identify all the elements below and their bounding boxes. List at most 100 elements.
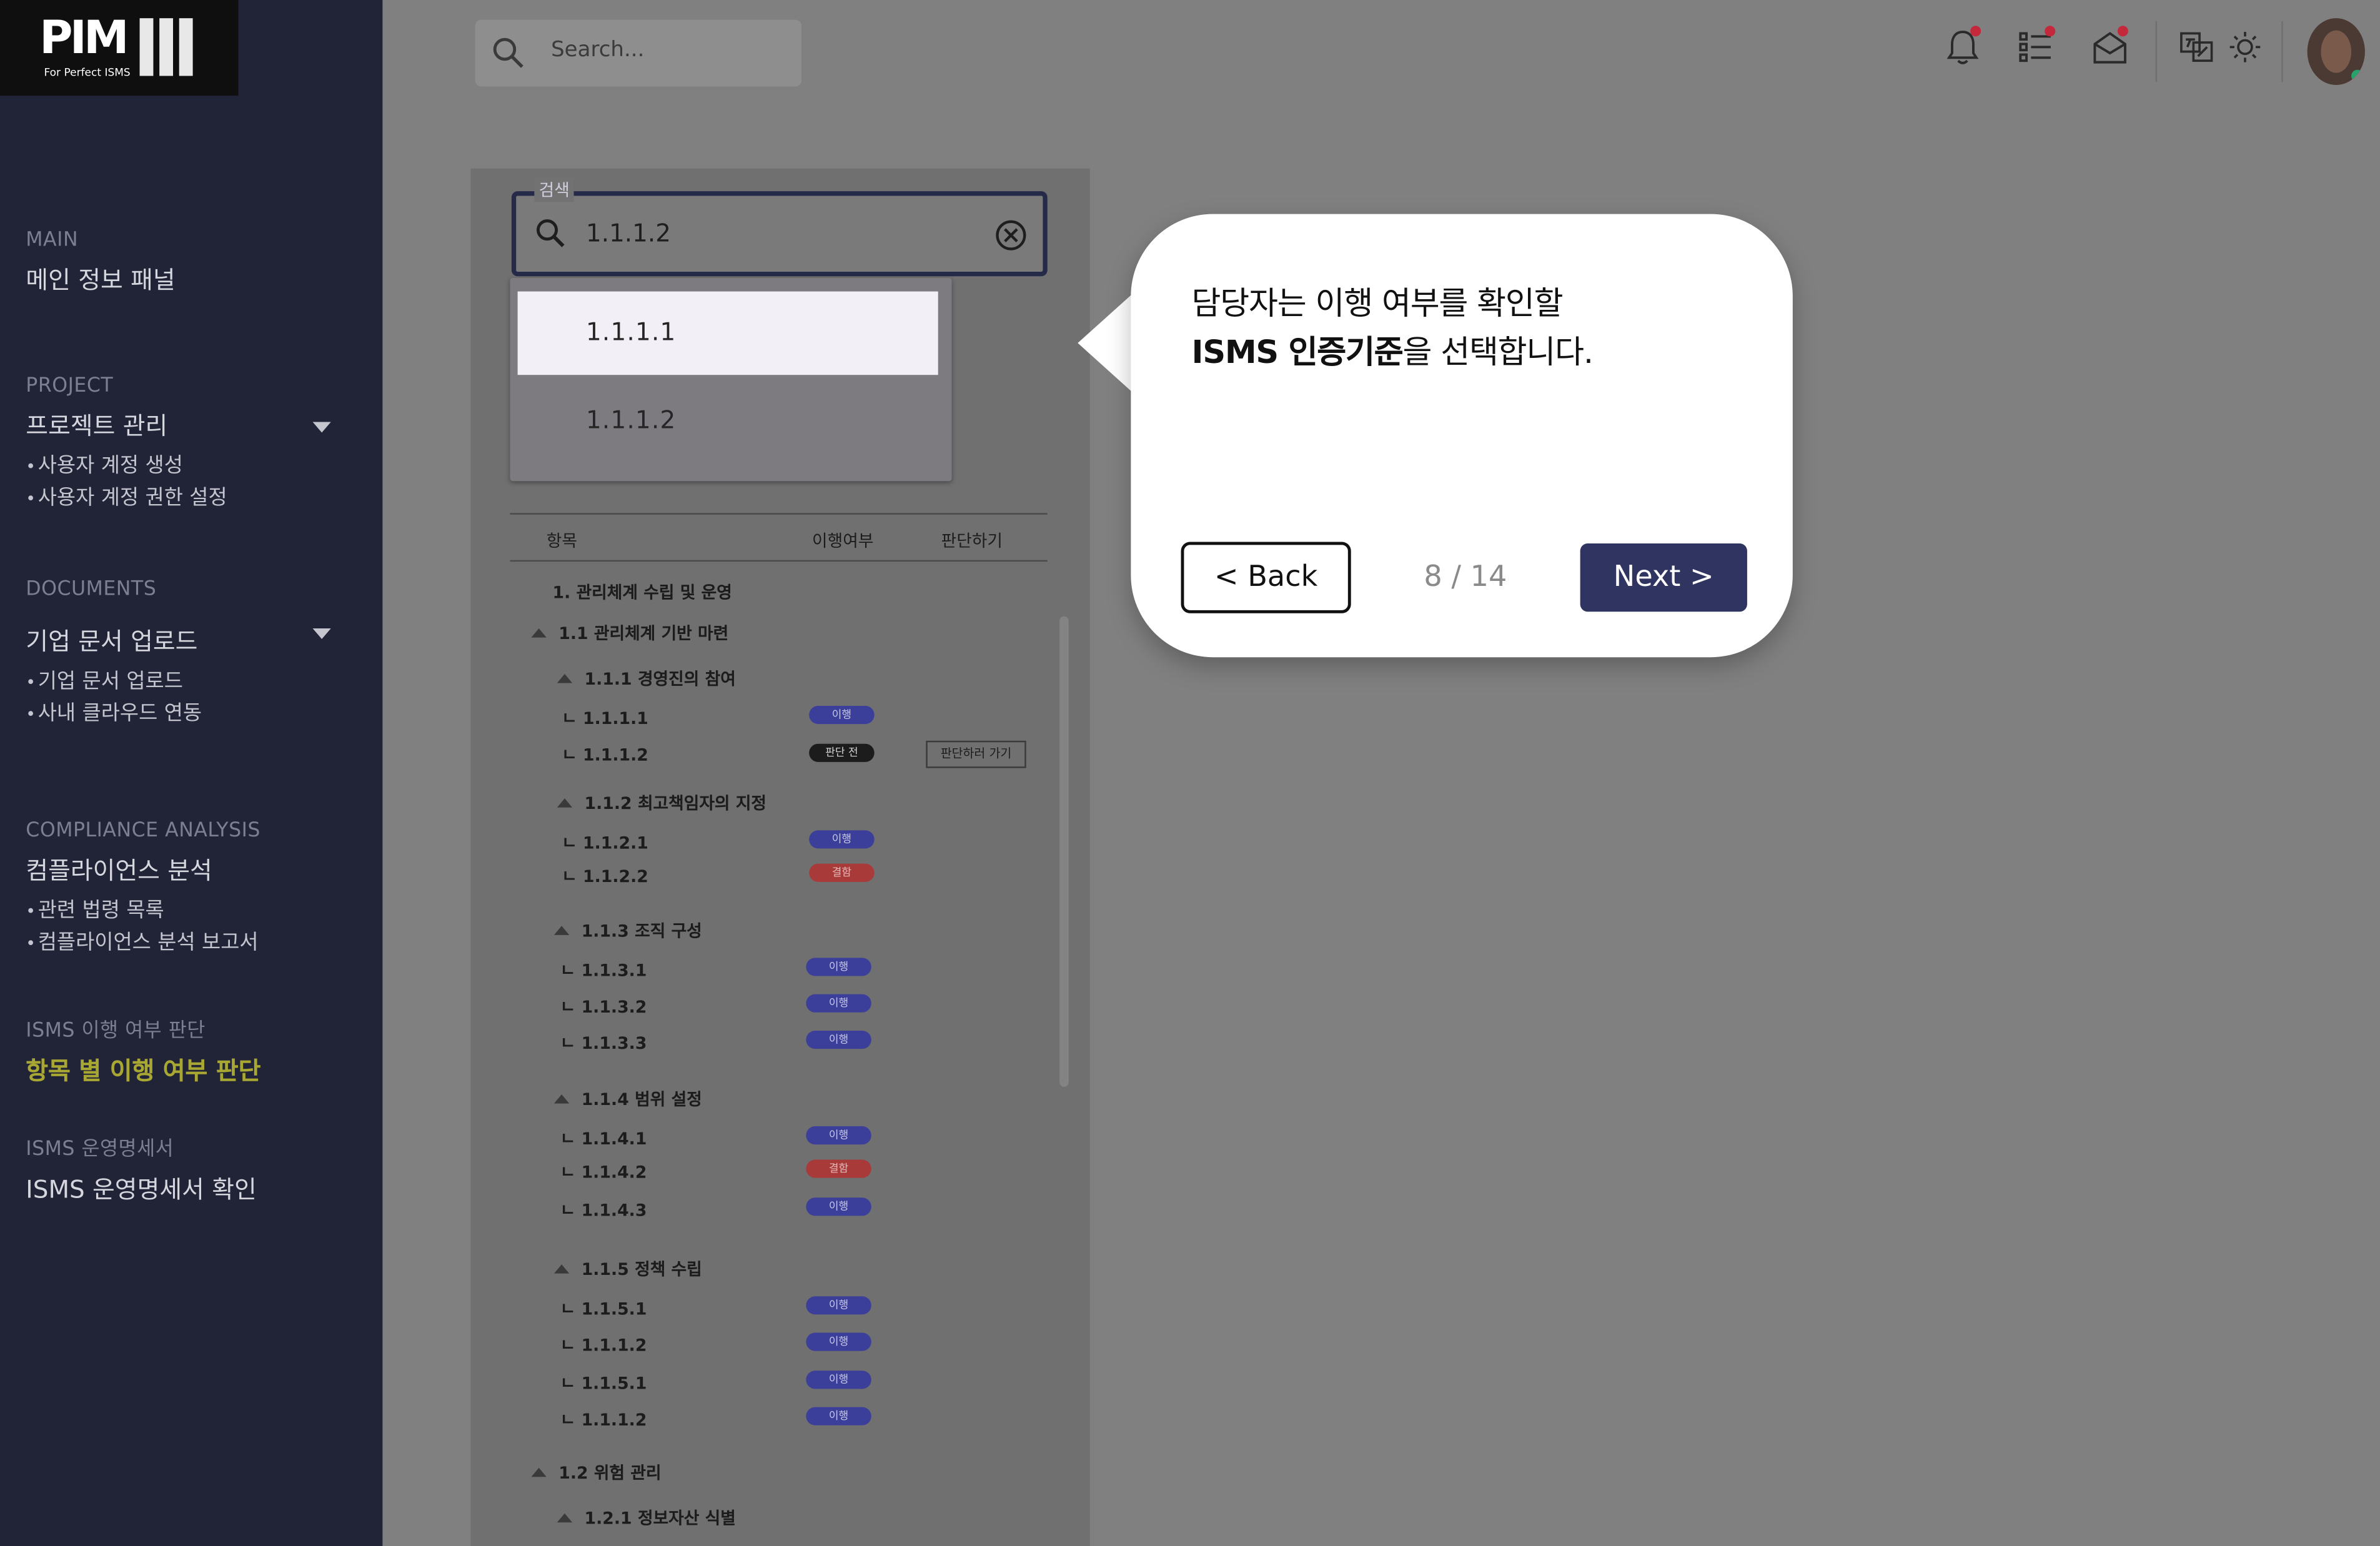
tree-node[interactable]: 1.1.5 정책 수립 xyxy=(553,1257,702,1281)
tree-leaf[interactable]: ㄴ 1.1.5.1 xyxy=(560,1370,647,1395)
tree-node[interactable]: 1.1.1 경영진의 참여 xyxy=(557,666,736,691)
collapse-icon[interactable] xyxy=(553,1264,570,1274)
tree-leaf[interactable]: ㄴ 1.1.4.1 xyxy=(560,1126,647,1151)
criteria-search-input[interactable]: 1.1.1.2 xyxy=(586,219,671,247)
status-badge: 이행 xyxy=(806,1126,871,1145)
toolbar-divider xyxy=(2281,21,2283,82)
tree-node[interactable]: 1.1.4 범위 설정 xyxy=(553,1087,702,1111)
status-badge: 결함 xyxy=(809,863,875,882)
nav-caption: MAIN xyxy=(26,229,79,252)
column-header-status: 이행여부 xyxy=(812,531,874,552)
status-badge: 이행 xyxy=(809,705,875,725)
search-input[interactable]: Search... xyxy=(551,38,644,62)
nav-main-info-panel[interactable]: 메인 정보 패널 xyxy=(26,260,175,296)
status-badge: 이행 xyxy=(809,830,875,849)
sidebar: PIM For Perfect ISMS MAIN 메인 정보 패널 PROJE… xyxy=(0,0,383,1546)
tree-leaf-label: 1.1.1.2 xyxy=(581,1410,647,1430)
tree-node-label: 1.1.2 최고책임자의 지정 xyxy=(584,793,766,814)
translate-icon[interactable] xyxy=(2178,27,2214,67)
nav-item-create-user[interactable]: 사용자 계정 생성 xyxy=(26,451,227,483)
suggestion-item[interactable]: 1.1.1.2 xyxy=(518,380,938,463)
tree-leaf-label: 1.1.4.2 xyxy=(581,1162,647,1182)
notification-dot xyxy=(1970,26,1981,37)
search-icon xyxy=(493,37,523,68)
scrollbar[interactable] xyxy=(1059,616,1069,1087)
nav-item-related-laws[interactable]: 관련 법령 목록 xyxy=(26,896,260,928)
collapse-icon[interactable] xyxy=(557,673,573,683)
nav-isms-statement[interactable]: ISMS 운영명세서 확인 xyxy=(26,1169,257,1205)
tree-leaf-label: 1.1.2.1 xyxy=(583,833,648,853)
nav-item-document-upload[interactable]: 기업 문서 업로드 xyxy=(26,666,202,698)
tree-leaf[interactable]: ㄴ 1.1.5.1 xyxy=(560,1296,647,1321)
tree-node[interactable]: 1.1 관리체계 기반 마련 xyxy=(531,621,728,645)
global-search[interactable]: Search... xyxy=(475,19,802,87)
tree-node[interactable]: 1.1.2 최고책임자의 지정 xyxy=(557,791,766,815)
tour-message-line1: 담당자는 이행 여부를 확인할 xyxy=(1191,285,1564,322)
tree-leaf[interactable]: ㄴ 1.1.3.2 xyxy=(560,994,647,1019)
tree-node[interactable]: 1.2.1 정보자산 식별 xyxy=(557,1506,736,1530)
nav-section-compliance: COMPLIANCE ANALYSIS 컴플라이언스 분석 관련 법령 목록 컴… xyxy=(26,820,260,959)
tree-leaf-label: 1.1.1.2 xyxy=(583,745,648,765)
status-badge: 결함 xyxy=(806,1159,871,1178)
status-badge: 판단 전 xyxy=(809,743,875,762)
logo-text: PIM xyxy=(39,12,129,66)
notification-dot xyxy=(2045,26,2056,37)
tree-leaf-label: 1.1.5.1 xyxy=(581,1374,647,1394)
collapse-icon[interactable] xyxy=(553,926,570,935)
avatar[interactable] xyxy=(2307,18,2365,86)
sun-icon[interactable] xyxy=(2227,27,2263,67)
nav-project-management[interactable]: 프로젝트 관리 xyxy=(26,405,227,442)
clear-icon[interactable] xyxy=(994,219,1028,252)
tree-leaf-label: 1.1.3.2 xyxy=(581,997,647,1018)
nav-section-main: MAIN 메인 정보 패널 xyxy=(26,229,175,296)
tree-node[interactable]: 1. 관리체계 수립 및 운영 xyxy=(553,580,732,604)
tree-node[interactable]: 1.2 위험 관리 xyxy=(531,1460,662,1485)
next-button[interactable]: Next > xyxy=(1580,543,1747,612)
column-header-item: 항목 xyxy=(546,531,578,552)
collapse-icon[interactable] xyxy=(531,628,547,638)
tree-node-label: 1.2.1 정보자산 식별 xyxy=(584,1509,736,1529)
field-legend: 검색 xyxy=(534,177,575,202)
nav-caption: ISMS 이행 여부 판단 xyxy=(26,1019,206,1043)
tree-leaf[interactable]: ㄴ 1.1.1.2 xyxy=(562,742,648,766)
suggestion-item[interactable]: 1.1.1.1 xyxy=(517,291,938,375)
tree-leaf-label: 1.1.1.1 xyxy=(583,708,648,729)
nav-caption: PROJECT xyxy=(26,375,114,398)
tree-leaf[interactable]: ㄴ 1.1.4.3 xyxy=(560,1197,647,1222)
app-logo[interactable]: PIM For Perfect ISMS xyxy=(0,0,239,96)
nav-item-cloud-sync[interactable]: 사내 클라우드 연동 xyxy=(26,698,202,730)
status-badge: 이행 xyxy=(806,1197,871,1216)
tree-leaf[interactable]: ㄴ 1.1.3.3 xyxy=(560,1031,647,1055)
collapse-icon[interactable] xyxy=(557,1513,573,1523)
search-icon xyxy=(537,219,565,247)
collapse-icon[interactable] xyxy=(553,1094,570,1104)
tree-leaf[interactable]: ㄴ 1.1.1.2 xyxy=(560,1333,647,1357)
callout-pointer xyxy=(1078,288,1139,398)
nav-item-judgement[interactable]: 항목 별 이행 여부 판단 xyxy=(26,1051,260,1087)
tree-node[interactable]: 1.1.3 조직 구성 xyxy=(553,918,702,943)
nav-compliance-analysis[interactable]: 컴플라이언스 분석 xyxy=(26,850,260,886)
tree-leaf[interactable]: ㄴ 1.1.4.2 xyxy=(560,1160,647,1184)
status-badge: 이행 xyxy=(806,1370,871,1389)
status-badge: 이행 xyxy=(806,1407,871,1425)
tour-message-line2: 을 선택합니다. xyxy=(1402,334,1594,370)
table-header: 항목 이행여부 판단하기 xyxy=(510,513,1048,562)
collapse-icon[interactable] xyxy=(557,798,573,808)
nav-item-compliance-report[interactable]: 컴플라이언스 분석 보고서 xyxy=(26,928,260,959)
nav-item-user-permissions[interactable]: 사용자 계정 권한 설정 xyxy=(26,483,227,515)
chevron-down-icon[interactable] xyxy=(312,628,331,640)
tree-leaf-label: 1.1.5.1 xyxy=(581,1299,647,1319)
chevron-down-icon[interactable] xyxy=(312,422,331,433)
collapse-icon[interactable] xyxy=(531,1467,547,1477)
tree-leaf[interactable]: ㄴ 1.1.1.1 xyxy=(562,706,648,730)
nav-document-upload[interactable]: 기업 문서 업로드 xyxy=(26,621,202,657)
nav-section-isms-judge: ISMS 이행 여부 판단 항목 별 이행 여부 판단 xyxy=(26,1014,260,1087)
tree-leaf[interactable]: ㄴ 1.1.3.1 xyxy=(560,958,647,982)
avatar-face xyxy=(2321,30,2352,73)
go-judge-button[interactable]: 판단하러 가기 xyxy=(926,740,1026,768)
back-button[interactable]: < Back xyxy=(1181,542,1351,613)
tree-leaf[interactable]: ㄴ 1.1.1.2 xyxy=(560,1407,647,1432)
tree-leaf[interactable]: ㄴ 1.1.2.1 xyxy=(562,830,648,855)
tree-leaf[interactable]: ㄴ 1.1.2.2 xyxy=(562,864,648,888)
criteria-search-field[interactable]: 검색 1.1.1.2 xyxy=(511,177,1048,277)
